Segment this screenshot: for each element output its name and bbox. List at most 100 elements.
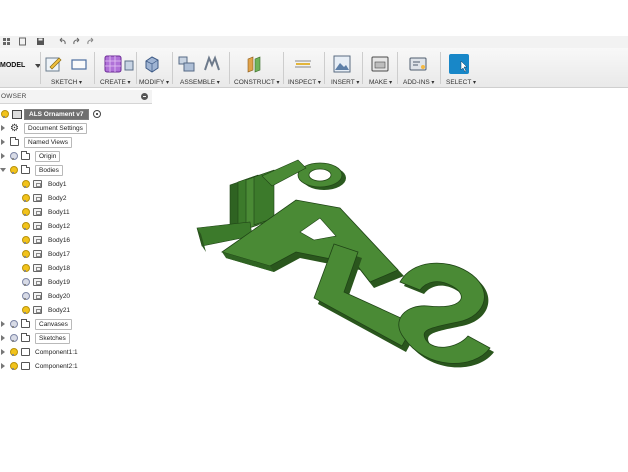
toolbar-divider bbox=[94, 52, 95, 84]
active-radio-icon[interactable] bbox=[92, 110, 101, 118]
tree-item-sketches[interactable]: Sketches bbox=[0, 332, 70, 344]
tree-item-body[interactable]: Body17 bbox=[22, 248, 70, 260]
save-icon[interactable] bbox=[36, 37, 45, 46]
grid-icon[interactable] bbox=[2, 37, 11, 46]
offset-plane-icon[interactable] bbox=[245, 55, 263, 73]
tree-item-label: Document Settings bbox=[24, 122, 87, 134]
new-component-icon[interactable] bbox=[178, 55, 196, 73]
browser-header: OWSER bbox=[0, 90, 152, 104]
visibility-bulb-icon[interactable] bbox=[1, 110, 9, 118]
workspace-switcher[interactable]: MODEL bbox=[0, 62, 25, 69]
chevron-right-icon[interactable] bbox=[0, 124, 6, 132]
visibility-bulb-icon[interactable] bbox=[22, 194, 30, 202]
press-pull-icon[interactable] bbox=[143, 55, 161, 73]
create-sketch-icon[interactable] bbox=[45, 55, 63, 73]
tree-item-component1[interactable]: Component1:1 bbox=[0, 346, 78, 358]
redo-icon[interactable] bbox=[72, 37, 81, 46]
box-icon[interactable] bbox=[124, 55, 134, 73]
toolbar-construct[interactable]: CONSTRUCT bbox=[234, 79, 280, 86]
chevron-right-icon[interactable] bbox=[0, 348, 6, 356]
tree-item-body[interactable]: Body1 bbox=[22, 178, 66, 190]
chevron-right-icon[interactable] bbox=[0, 152, 6, 160]
visibility-bulb-icon[interactable] bbox=[10, 320, 18, 328]
tree-item-document-settings[interactable]: ⚙ Document Settings bbox=[0, 122, 87, 134]
scripts-addins-icon[interactable] bbox=[409, 55, 427, 73]
toolbar-create[interactable]: CREATE bbox=[100, 79, 131, 86]
visibility-bulb-icon[interactable] bbox=[22, 236, 30, 244]
visibility-bulb-icon[interactable] bbox=[22, 250, 30, 258]
visibility-bulb-icon[interactable] bbox=[22, 292, 30, 300]
visibility-bulb-icon[interactable] bbox=[10, 166, 18, 174]
body-icon bbox=[33, 292, 42, 300]
tree-item-body[interactable]: Body12 bbox=[22, 220, 70, 232]
chevron-down-icon[interactable] bbox=[0, 166, 6, 174]
toolbar-inspect[interactable]: INSPECT bbox=[288, 79, 321, 86]
toolbar-assemble[interactable]: ASSEMBLE bbox=[180, 79, 220, 86]
tree-item-body[interactable]: Body18 bbox=[22, 262, 70, 274]
model-letter-s[interactable] bbox=[398, 262, 494, 368]
chevron-right-icon[interactable] bbox=[0, 334, 6, 342]
toolbar-add-ins[interactable]: ADD-INS bbox=[403, 79, 434, 86]
visibility-bulb-icon[interactable] bbox=[22, 264, 30, 272]
insert-canvas-icon[interactable] bbox=[333, 55, 351, 73]
tree-item-named-views[interactable]: Named Views bbox=[0, 136, 72, 148]
toolbar-sketch[interactable]: SKETCH bbox=[51, 79, 82, 86]
tree-item-body[interactable]: Body20 bbox=[22, 290, 70, 302]
tree-item-canvases[interactable]: Canvases bbox=[0, 318, 72, 330]
toolbar-insert[interactable]: INSERT bbox=[331, 79, 359, 86]
tree-item-body[interactable]: Body2 bbox=[22, 192, 66, 204]
visibility-bulb-icon[interactable] bbox=[22, 306, 30, 314]
toolbar-divider bbox=[440, 52, 441, 84]
tree-item-body[interactable]: Body16 bbox=[22, 234, 70, 246]
toolbar-select[interactable]: SELECT bbox=[446, 79, 476, 86]
tree-item-label: Body21 bbox=[48, 306, 71, 314]
body-icon bbox=[33, 278, 42, 286]
visibility-bulb-icon[interactable] bbox=[10, 348, 18, 356]
tree-item-label: Bodies bbox=[35, 164, 63, 176]
visibility-bulb-icon[interactable] bbox=[22, 180, 30, 188]
tree-item-body[interactable]: Body21 bbox=[22, 304, 70, 316]
tree-item-label: Body18 bbox=[48, 264, 71, 272]
folder-icon bbox=[10, 136, 19, 146]
measure-icon[interactable] bbox=[294, 55, 312, 73]
visibility-bulb-icon[interactable] bbox=[10, 152, 18, 160]
tree-item-label: Canvases bbox=[35, 318, 72, 330]
toolbar-divider bbox=[229, 52, 230, 84]
undo-icon[interactable] bbox=[58, 37, 67, 46]
tree-item-body[interactable]: Body19 bbox=[22, 276, 70, 288]
visibility-bulb-icon[interactable] bbox=[10, 362, 18, 370]
file-icon[interactable] bbox=[18, 37, 27, 46]
tree-item-origin[interactable]: Origin bbox=[0, 150, 61, 162]
joint-icon[interactable] bbox=[203, 55, 221, 73]
form-icon[interactable] bbox=[104, 55, 122, 73]
pin-icon[interactable] bbox=[141, 93, 148, 100]
tree-item-label: Body11 bbox=[48, 208, 70, 216]
tree-item-component2[interactable]: Component2:1 bbox=[0, 360, 78, 372]
browser-root[interactable]: ALS Ornament v7 bbox=[1, 108, 101, 120]
visibility-bulb-icon[interactable] bbox=[22, 208, 30, 216]
quick-access-bar bbox=[0, 36, 628, 48]
chevron-right-icon[interactable] bbox=[0, 320, 6, 328]
tree-item-label: Body17 bbox=[48, 250, 71, 258]
chevron-right-icon[interactable] bbox=[0, 362, 6, 370]
browser-title: OWSER bbox=[1, 93, 27, 100]
tree-item-bodies[interactable]: Bodies bbox=[0, 164, 63, 176]
toolbar-make[interactable]: MAKE bbox=[369, 79, 392, 86]
visibility-bulb-icon[interactable] bbox=[22, 278, 30, 286]
rectangle-sketch-icon[interactable] bbox=[70, 55, 88, 73]
visibility-bulb-icon[interactable] bbox=[10, 334, 18, 342]
tree-item-body[interactable]: Body11 bbox=[22, 206, 70, 218]
chevron-right-icon[interactable] bbox=[0, 138, 6, 146]
3d-print-icon[interactable] bbox=[371, 55, 389, 73]
redo-icon[interactable] bbox=[86, 37, 95, 46]
canvas-viewport[interactable] bbox=[152, 104, 628, 472]
toolbar-divider bbox=[172, 52, 173, 84]
visibility-bulb-icon[interactable] bbox=[22, 222, 30, 230]
toolbar-modify[interactable]: MODIFY bbox=[139, 79, 169, 86]
select-cursor-icon[interactable] bbox=[449, 54, 469, 74]
folder-icon bbox=[21, 164, 30, 174]
model-als-ornament[interactable] bbox=[196, 159, 494, 368]
component-icon bbox=[21, 348, 30, 356]
toolbar-divider bbox=[283, 52, 284, 84]
folder-icon bbox=[21, 150, 30, 160]
